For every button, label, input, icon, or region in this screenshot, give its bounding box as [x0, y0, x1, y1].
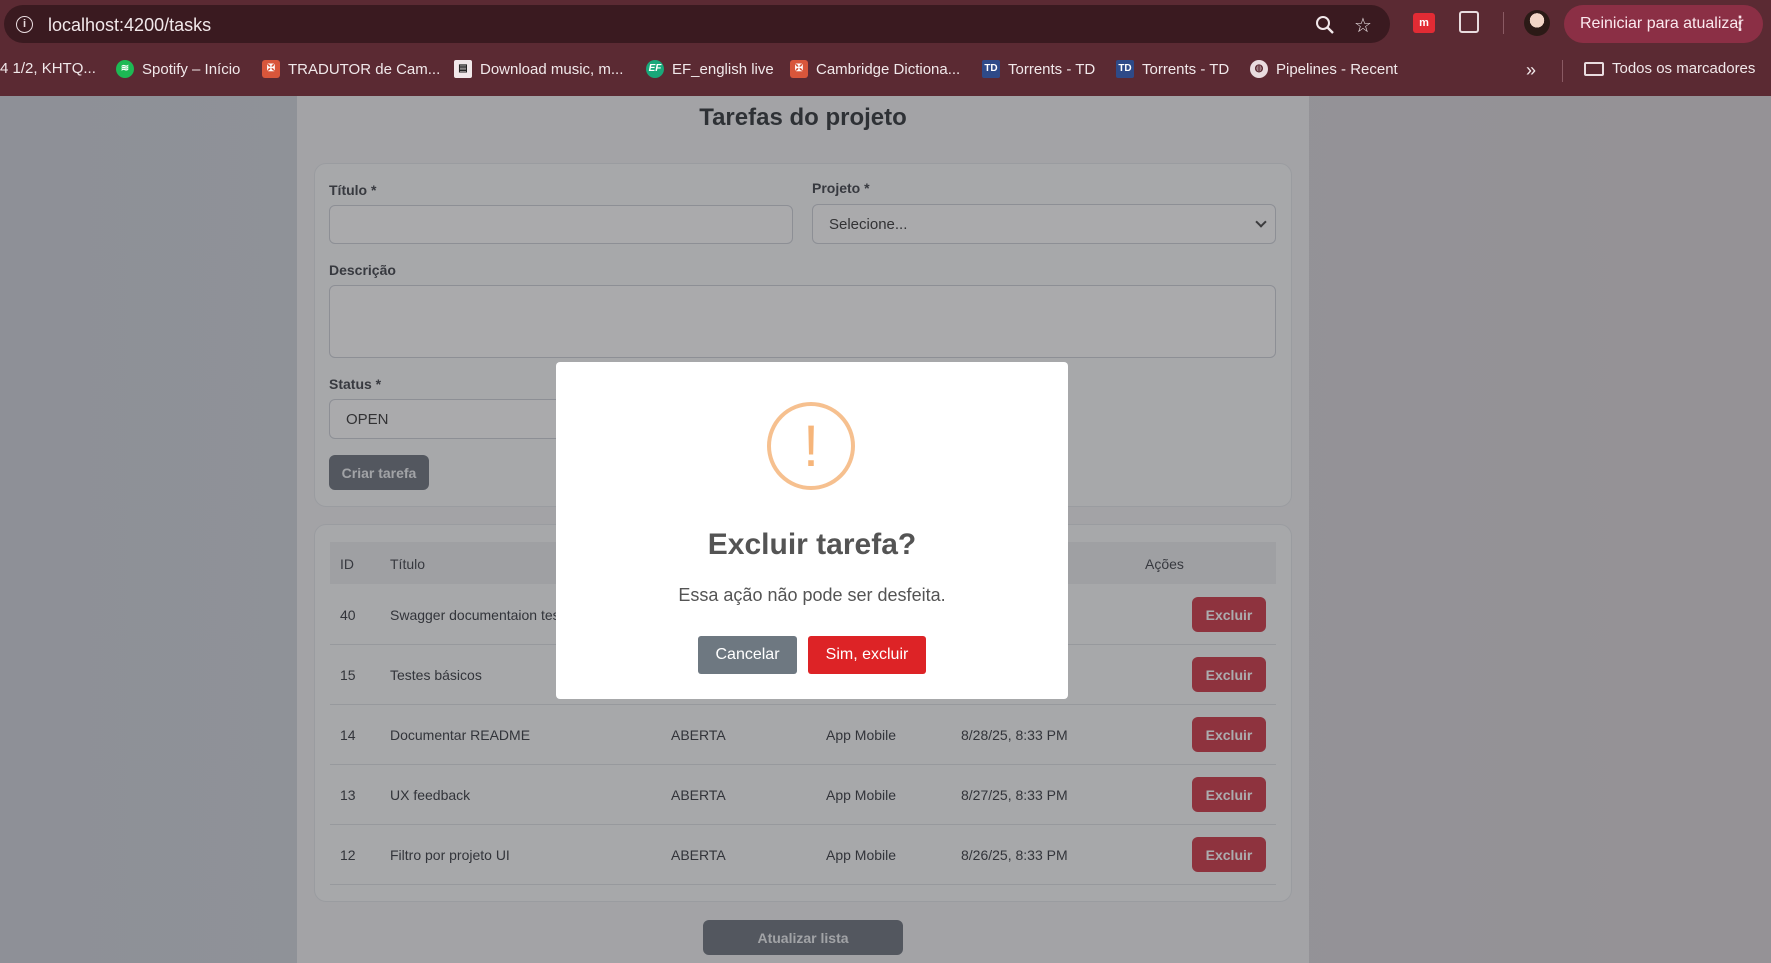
- cambridge-icon: ✠: [262, 60, 280, 78]
- bookmark-item[interactable]: TD Torrents - TD: [982, 60, 1095, 78]
- music-download-icon: ▤: [454, 60, 472, 78]
- ef-icon: EF: [646, 60, 664, 78]
- more-bookmarks-chevron-icon[interactable]: »: [1526, 60, 1536, 81]
- cambridge-icon: ✠: [790, 60, 808, 78]
- globe-icon: ◍: [1250, 60, 1268, 78]
- bookmarks-bar: 4 1/2, KHTQ... ≋ Spotify – Início ✠ TRAD…: [0, 52, 1771, 86]
- bookmark-item[interactable]: TD Torrents - TD: [1116, 60, 1229, 78]
- spotify-icon: ≋: [116, 60, 134, 78]
- cancel-button[interactable]: Cancelar: [698, 636, 797, 674]
- extension-icon[interactable]: m: [1413, 13, 1435, 33]
- bookmark-item[interactable]: EF EF_english live: [646, 60, 774, 78]
- dialog-title: Excluir tarefa?: [707, 528, 917, 561]
- torrent-icon: TD: [1116, 60, 1134, 78]
- all-bookmarks-button[interactable]: Todos os marcadores: [1584, 60, 1755, 77]
- confirm-delete-dialog: ! Excluir tarefa? Essa ação não pode ser…: [556, 362, 1068, 699]
- url-text[interactable]: localhost:4200/tasks: [48, 15, 211, 36]
- restart-label: Reiniciar para atualizar: [1580, 15, 1744, 32]
- confirm-delete-button[interactable]: Sim, excluir: [808, 636, 926, 674]
- bookmark-item[interactable]: ≋ Spotify – Início: [116, 60, 240, 78]
- site-info-icon[interactable]: i: [16, 16, 33, 33]
- extensions-puzzle-icon[interactable]: [1459, 11, 1479, 33]
- toolbar-divider: [1503, 12, 1504, 34]
- folder-icon: [1584, 61, 1604, 76]
- profile-avatar[interactable]: [1524, 10, 1550, 36]
- bookmark-item[interactable]: ▤ Download music, m...: [454, 60, 623, 78]
- address-bar[interactable]: i localhost:4200/tasks ☆: [4, 5, 1390, 43]
- bookmark-item[interactable]: ◍ Pipelines - Recent: [1250, 60, 1398, 78]
- warning-icon: !: [767, 402, 855, 490]
- bookmark-item[interactable]: 4 1/2, KHTQ...: [0, 60, 96, 77]
- browser-chrome: i localhost:4200/tasks ☆ m Reiniciar par…: [0, 0, 1771, 96]
- menu-dots-icon[interactable]: ⋮: [1731, 13, 1749, 34]
- bookmarks-divider: [1562, 60, 1563, 82]
- bookmark-star-icon[interactable]: ☆: [1354, 13, 1372, 38]
- restart-to-update-button[interactable]: Reiniciar para atualizar ⋮: [1564, 5, 1763, 43]
- bookmark-item[interactable]: ✠ TRADUTOR de Cam...: [262, 60, 440, 78]
- torrent-icon: TD: [982, 60, 1000, 78]
- bookmark-item[interactable]: ✠ Cambridge Dictiona...: [790, 60, 960, 78]
- dialog-message: Essa ação não pode ser desfeita.: [678, 585, 946, 605]
- zoom-icon[interactable]: [1315, 15, 1335, 40]
